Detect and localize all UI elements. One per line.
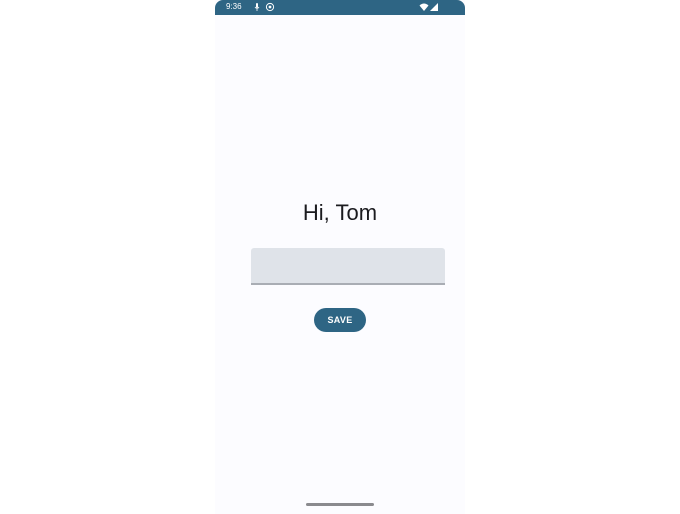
wifi-icon <box>419 3 429 11</box>
greeting-title: Hi, Tom <box>302 200 378 225</box>
phone-screen: 9:36 Hi, Tom SAVE <box>215 0 465 514</box>
name-input[interactable] <box>251 248 445 285</box>
mic-icon <box>254 3 260 11</box>
battery-icon <box>430 3 438 11</box>
status-bar: 9:36 <box>215 0 465 15</box>
status-time: 9:36 <box>226 2 242 11</box>
save-button[interactable]: SAVE <box>314 308 366 332</box>
home-indicator[interactable] <box>306 503 374 506</box>
app-notification-icon <box>265 2 275 12</box>
